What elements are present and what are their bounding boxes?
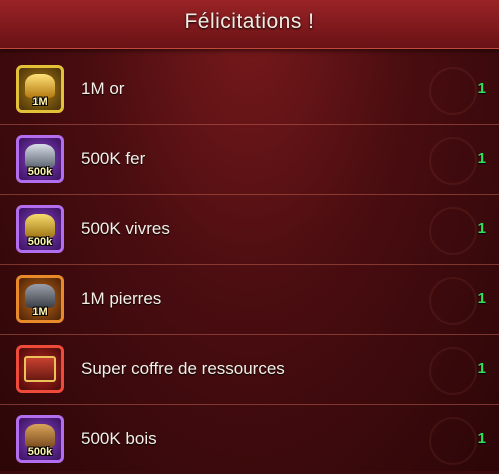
reward-quantity: 1 [477, 80, 486, 97]
reward-badge: 500k [27, 236, 53, 248]
reward-row-food: 500k 500K vivres 1 [0, 195, 499, 265]
rewards-dialog: Félicitations ! 1M 1M or 1 500k 500K fer… [0, 0, 499, 471]
reward-badge: 500k [27, 446, 53, 458]
dialog-title: Félicitations ! [184, 10, 315, 33]
reward-list: 1M 1M or 1 500k 500K fer 1 500k 500K viv… [0, 55, 499, 474]
resource-chest-icon [16, 345, 64, 393]
reward-badge: 500k [27, 166, 53, 178]
reward-quantity: 1 [477, 430, 486, 447]
reward-name: 1M or [81, 79, 125, 98]
reward-quantity: 1 [477, 290, 486, 307]
food-pile-icon: 500k [16, 205, 64, 253]
reward-quantity: 1 [477, 150, 486, 167]
reward-row-chest: Super coffre de ressources 1 [0, 335, 499, 405]
reward-row-wood: 500k 500K bois 1 [0, 405, 499, 474]
dialog-header: Félicitations ! [0, 0, 499, 49]
reward-quantity: 1 [477, 360, 486, 377]
background-decoration [429, 67, 477, 115]
iron-pile-icon: 500k [16, 135, 64, 183]
background-decoration [429, 137, 477, 185]
background-decoration [429, 207, 477, 255]
background-decoration [429, 347, 477, 395]
reward-badge: 1M [32, 306, 48, 318]
background-decoration [429, 277, 477, 325]
reward-name: 1M pierres [81, 289, 162, 308]
reward-name: 500K bois [81, 429, 157, 448]
wood-pile-icon: 500k [16, 415, 64, 463]
reward-row-iron: 500k 500K fer 1 [0, 125, 499, 195]
background-decoration [429, 417, 477, 465]
reward-name: Super coffre de ressources [81, 359, 285, 378]
reward-row-stone: 1M 1M pierres 1 [0, 265, 499, 335]
stone-pile-icon: 1M [16, 275, 64, 323]
reward-row-gold: 1M 1M or 1 [0, 55, 499, 125]
reward-badge: 1M [32, 96, 48, 108]
gold-pile-icon: 1M [16, 65, 64, 113]
reward-name: 500K vivres [81, 219, 170, 238]
reward-name: 500K fer [81, 149, 146, 168]
reward-quantity: 1 [477, 220, 486, 237]
